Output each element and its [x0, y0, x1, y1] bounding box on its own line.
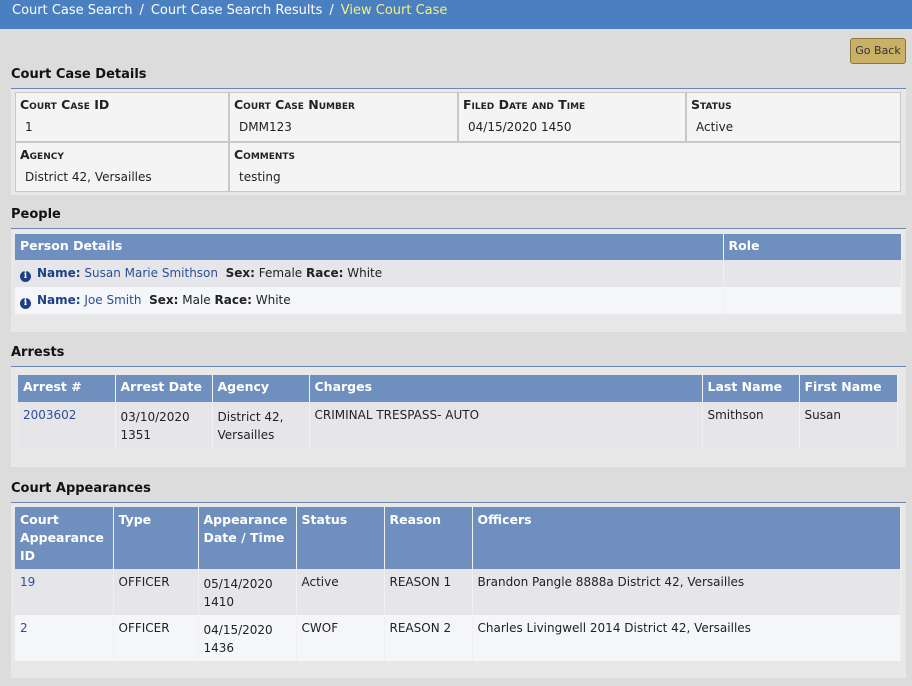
name-label: Name:: [37, 266, 81, 280]
column-header: Court Appearance ID: [15, 507, 114, 569]
arrests-panel: Arrest # Arrest Date Agency Charges Last…: [11, 367, 906, 467]
status-label: Status: [691, 97, 732, 112]
name-label: Name:: [37, 293, 81, 307]
agency-cell: Agency District 42, Versailles: [15, 142, 229, 192]
case-number-value: DMM123: [239, 120, 292, 134]
reason-cell: REASON 1: [384, 569, 473, 615]
status-value: Active: [696, 120, 734, 134]
column-header: Role: [723, 234, 902, 260]
comments-cell: Comments testing: [229, 142, 901, 192]
breadcrumb-court-case-search[interactable]: Court Case Search: [12, 3, 132, 18]
arrest-agency-cell: District 42, Versailles: [212, 402, 310, 448]
case-id-cell: Court Case ID 1: [15, 92, 229, 142]
column-header: Agency: [212, 375, 310, 402]
section-title-arrests: Arrests: [11, 345, 65, 360]
table-row: i Name: Joe Smith Sex: Male Race: White: [15, 287, 902, 314]
column-header: Person Details: [15, 234, 724, 260]
arrest-date-cell: 03/10/2020 1351: [115, 402, 213, 448]
appearance-datetime-cell: 05/14/2020 1410: [198, 569, 297, 615]
section-title-details: Court Case Details: [11, 67, 147, 82]
table-row: 2 OFFICER 04/15/2020 1436 CWOF REASON 2 …: [15, 615, 901, 661]
appearance-id-cell: 19: [15, 569, 114, 615]
appearance-status-cell: CWOF: [296, 615, 385, 661]
people-panel: Person Details Role i Name: Susan Marie S…: [11, 229, 906, 332]
race-value: White: [255, 293, 291, 307]
info-icon[interactable]: i: [20, 298, 31, 309]
arrest-number-link[interactable]: 2003602: [23, 408, 76, 422]
person-name-link[interactable]: Susan Marie Smithson: [84, 266, 218, 280]
table-row: 2003602 03/10/2020 1351 District 42, Ver…: [18, 402, 898, 448]
info-icon[interactable]: i: [20, 271, 31, 282]
breadcrumb-separator: /: [139, 3, 144, 18]
filed-label: Filed Date and Time: [463, 97, 586, 112]
type-cell: OFFICER: [113, 569, 199, 615]
appearance-id-link[interactable]: 2: [20, 621, 28, 635]
last-name-cell: Smithson: [702, 402, 800, 448]
race-value: White: [347, 266, 383, 280]
sex-value: Female: [258, 266, 303, 280]
charges-cell: CRIMINAL TRESPASS- AUTO: [309, 402, 703, 448]
column-header: Type: [113, 507, 199, 569]
section-title-appearances: Court Appearances: [11, 481, 151, 496]
agency-label: Agency: [20, 147, 64, 162]
column-header: Officers: [472, 507, 901, 569]
sex-label: Sex:: [225, 266, 255, 280]
case-number-label: Court Case Number: [234, 97, 355, 112]
appearance-id-link[interactable]: 19: [20, 575, 35, 589]
filed-value: 04/15/2020 1450: [468, 120, 572, 134]
column-header: Arrest #: [18, 375, 116, 402]
reason-cell: REASON 2: [384, 615, 473, 661]
person-details-cell: i Name: Joe Smith Sex: Male Race: White: [15, 287, 724, 314]
breadcrumb-separator: /: [329, 3, 334, 18]
sex-label: Sex:: [149, 293, 179, 307]
table-row: i Name: Susan Marie Smithson Sex: Female …: [15, 260, 902, 287]
people-table: Person Details Role i Name: Susan Marie S…: [15, 234, 902, 314]
appearances-table: Court Appearance ID Type Appearance Date…: [15, 507, 901, 661]
table-row: 19 OFFICER 05/14/2020 1410 Active REASON…: [15, 569, 901, 615]
breadcrumb: Court Case Search / Court Case Search Resu…: [0, 0, 912, 29]
column-header: Last Name: [702, 375, 800, 402]
comments-value: testing: [239, 170, 281, 184]
column-header: Arrest Date: [115, 375, 213, 402]
details-panel: Court Case ID 1 Court Case Number DMM123…: [11, 89, 906, 195]
arrests-table: Arrest # Arrest Date Agency Charges Last…: [18, 375, 898, 448]
appearance-id-cell: 2: [15, 615, 114, 661]
type-cell: OFFICER: [113, 615, 199, 661]
race-label: Race:: [306, 266, 344, 280]
appearance-status-cell: Active: [296, 569, 385, 615]
filed-cell: Filed Date and Time 04/15/2020 1450: [458, 92, 686, 142]
person-name-link[interactable]: Joe Smith: [84, 293, 141, 307]
case-id-label: Court Case ID: [20, 97, 110, 112]
arrest-number-cell: 2003602: [18, 402, 116, 448]
comments-label: Comments: [234, 147, 296, 162]
race-label: Race:: [214, 293, 252, 307]
column-header: Reason: [384, 507, 473, 569]
case-number-cell: Court Case Number DMM123: [229, 92, 458, 142]
case-id-value: 1: [25, 120, 33, 134]
agency-value: District 42, Versailles: [25, 170, 152, 184]
status-cell: Status Active: [686, 92, 901, 142]
go-back-button[interactable]: Go Back: [850, 38, 906, 64]
breadcrumb-search-results[interactable]: Court Case Search Results: [151, 3, 323, 18]
officers-cell: Charles Livingwell 2014 District 42, Ver…: [472, 615, 901, 661]
officers-cell: Brandon Pangle 8888a District 42, Versai…: [472, 569, 901, 615]
column-header: Appearance Date / Time: [198, 507, 297, 569]
column-header: Status: [296, 507, 385, 569]
person-details-cell: i Name: Susan Marie Smithson Sex: Female …: [15, 260, 724, 287]
column-header: Charges: [309, 375, 703, 402]
section-title-people: People: [11, 207, 61, 222]
role-cell: [723, 260, 902, 287]
sex-value: Male: [182, 293, 211, 307]
first-name-cell: Susan: [799, 402, 898, 448]
appearance-datetime-cell: 04/15/2020 1436: [198, 615, 297, 661]
breadcrumb-current: View Court Case: [340, 3, 448, 18]
column-header: First Name: [799, 375, 898, 402]
role-cell: [723, 287, 902, 314]
appearances-panel: Court Appearance ID Type Appearance Date…: [11, 503, 906, 678]
